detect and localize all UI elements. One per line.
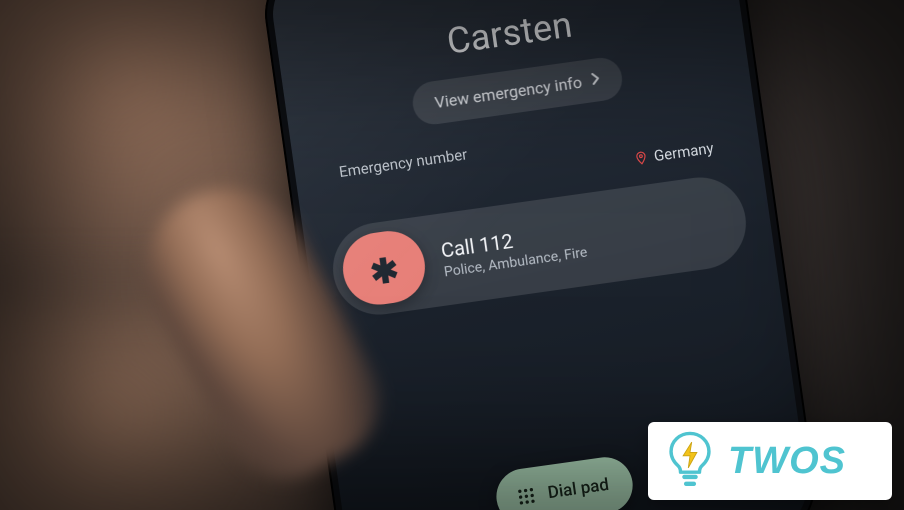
hand-background-2 (0, 290, 360, 510)
call-icon-wrap: ✱ (338, 227, 429, 310)
location-pin-icon (633, 149, 649, 167)
contact-avatar (453, 0, 551, 5)
view-emergency-info-button[interactable]: View emergency info (410, 55, 625, 127)
dialpad-button[interactable]: Dial pad (493, 454, 637, 510)
brand-text: TWOS (728, 440, 846, 483)
avatar-circle (453, 0, 551, 5)
location-row: Germany (633, 139, 715, 168)
scene: Carsten View emergency info Emergency nu… (0, 0, 904, 510)
brand-badge: TWOS (648, 422, 892, 500)
dialpad-icon (515, 485, 538, 508)
location-text: Germany (653, 139, 715, 165)
view-emergency-info-label: View emergency info (433, 73, 583, 112)
call-emergency-button[interactable]: ✱ Call 112 Police, Ambulance, Fire (327, 172, 752, 321)
emergency-number-label: Emergency number (338, 145, 468, 181)
asterisk-icon: ✱ (368, 253, 401, 291)
dialpad-label: Dial pad (547, 475, 611, 503)
chevron-right-icon (590, 70, 602, 90)
lightbulb-bolt-icon (662, 430, 718, 492)
call-text: Call 112 Police, Ambulance, Fire (439, 219, 588, 281)
